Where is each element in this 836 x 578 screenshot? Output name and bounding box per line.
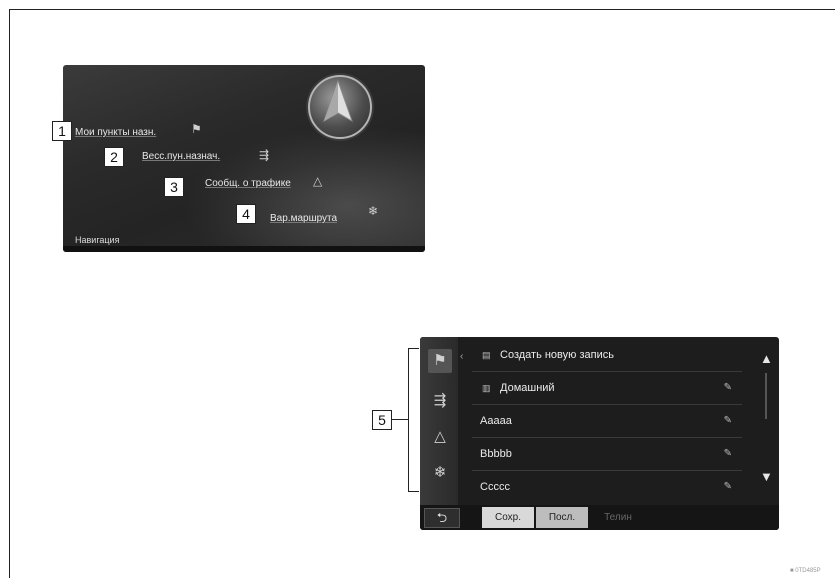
menu-item-traffic[interactable]: Сообщ. о трафике [205, 178, 291, 189]
callout-2: 2 [104, 147, 124, 167]
scrollbar[interactable] [765, 373, 767, 419]
scroll-up-icon[interactable]: ▲ [760, 351, 773, 366]
tab-saved[interactable]: Сохр. [482, 507, 534, 528]
back-button[interactable]: ⮌ [424, 508, 460, 528]
list-item[interactable]: Aaaaa ✎ [472, 405, 742, 438]
list-item-label: Домашний [500, 382, 555, 394]
edit-icon[interactable]: ✎ [724, 471, 732, 503]
list-item-label: Bbbbb [480, 448, 512, 460]
menu-item-my-destinations[interactable]: Мои пункты назн. [75, 127, 156, 138]
route-options-icon[interactable]: ❄ [428, 461, 452, 485]
tab-phone[interactable]: Телин [592, 507, 644, 528]
callout-line [392, 419, 408, 420]
compass-icon[interactable] [308, 75, 372, 139]
traffic-icon: △ [313, 174, 323, 188]
chevron-left-icon: ‹ [460, 351, 464, 362]
menu-item-waypoints[interactable]: Весс.пун.назнач. [142, 151, 220, 162]
callout-3: 3 [164, 177, 184, 197]
list-item[interactable]: ▤ Создать новую запись [472, 339, 742, 372]
list-item-label: Aaaaa [480, 415, 512, 427]
list-item[interactable]: ▥ Домашний ✎ [472, 372, 742, 405]
signpost-icon: ⇶ [259, 148, 270, 162]
side-menu: ⚑ ⇶ △ ❄ [420, 337, 458, 505]
figure-code: ■ 0TD485P [790, 568, 821, 574]
destination-list-screen: ⚑ ⇶ △ ❄ ‹ ▤ Создать новую запись ▥ Домаш… [420, 337, 779, 530]
scroll-down-icon[interactable]: ▼ [760, 469, 773, 484]
edit-icon[interactable]: ✎ [724, 405, 732, 437]
route-options-icon: ❄ [368, 204, 379, 218]
list-item[interactable]: Ccccc ✎ [472, 471, 742, 503]
list-item-label: Ccccc [480, 481, 510, 493]
list-item[interactable]: Bbbbb ✎ [472, 438, 742, 471]
flag-icon: ⚑ [191, 122, 202, 136]
bottom-bar: ⮌ Сохр. Посл. Телин [420, 505, 779, 530]
callout-1: 1 [52, 121, 72, 141]
home-icon: ▥ [482, 383, 491, 393]
edit-icon[interactable]: ✎ [724, 372, 732, 404]
entry-list: ▤ Создать новую запись ▥ Домашний ✎ Aaaa… [472, 339, 742, 503]
signpost-icon[interactable]: ⇶ [428, 389, 452, 413]
traffic-icon[interactable]: △ [428, 425, 452, 449]
menu-item-route-options[interactable]: Вар.маршрута [270, 213, 337, 224]
edit-icon[interactable]: ✎ [724, 438, 732, 470]
new-entry-icon: ▤ [482, 350, 491, 360]
navigation-label: Навигация [75, 235, 120, 245]
callout-4: 4 [236, 204, 256, 224]
callout-5: 5 [372, 410, 392, 430]
tab-recent[interactable]: Посл. [536, 507, 588, 528]
flag-icon[interactable]: ⚑ [428, 349, 452, 373]
callout-bracket [408, 348, 419, 492]
list-item-label: Создать новую запись [500, 349, 614, 361]
